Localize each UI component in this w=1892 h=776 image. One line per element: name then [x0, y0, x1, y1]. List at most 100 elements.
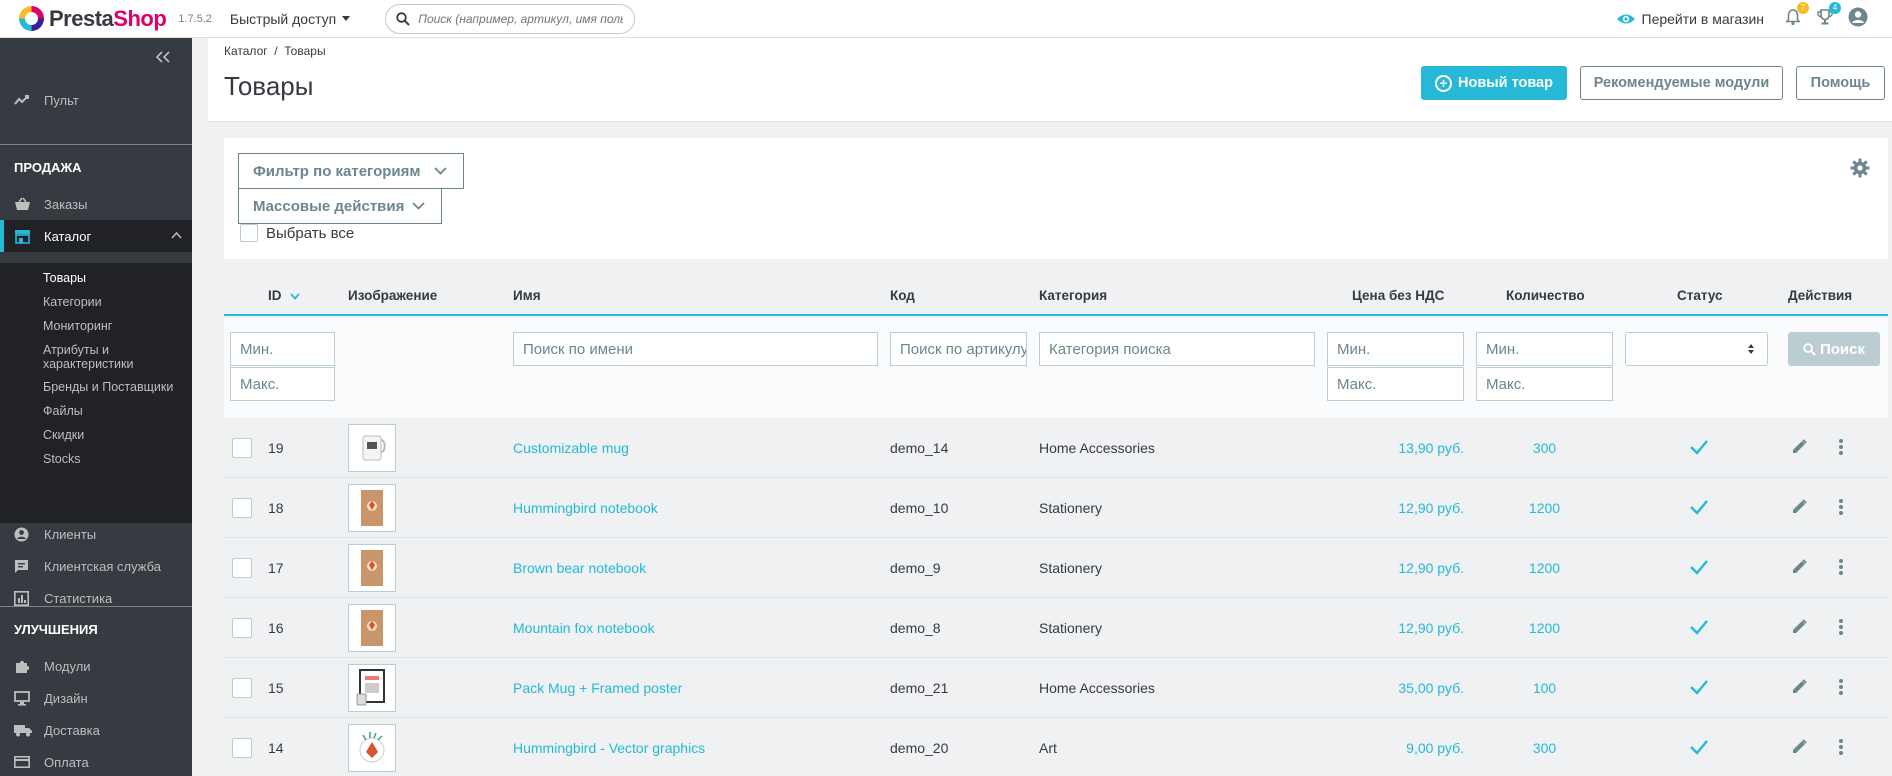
status-filter-select[interactable] [1625, 332, 1768, 366]
more-vertical-icon[interactable] [1838, 558, 1844, 576]
quantity-max-input[interactable] [1476, 367, 1613, 401]
more-vertical-icon[interactable] [1838, 678, 1844, 696]
sidebar-item-customer-service[interactable]: Клиентская служба [0, 550, 192, 582]
product-price-link[interactable]: 13,90 руб. [1327, 418, 1464, 478]
product-quantity-link[interactable]: 300 [1476, 718, 1613, 776]
product-quantity-link[interactable]: 1200 [1476, 598, 1613, 658]
product-thumbnail[interactable] [348, 604, 396, 652]
prestashop-logo[interactable]: PrestaShop [19, 6, 167, 32]
column-name[interactable]: Имя [513, 288, 541, 303]
row-checkbox[interactable] [232, 558, 252, 578]
header-search-input[interactable] [418, 11, 624, 26]
product-name-link[interactable]: Hummingbird - Vector graphics [513, 718, 705, 776]
id-max-input[interactable] [230, 367, 335, 401]
quantity-min-input[interactable] [1476, 332, 1613, 366]
edit-pencil-icon[interactable] [1790, 678, 1808, 696]
bulk-actions-dropdown[interactable]: Массовые действия [238, 188, 442, 224]
sidebar-item-payment[interactable]: Оплата [0, 746, 192, 776]
submenu-monitoring[interactable]: Мониторинг [43, 319, 188, 333]
orders-notifications[interactable]: 7 [1784, 1, 1809, 31]
product-thumbnail[interactable] [348, 544, 396, 592]
more-vertical-icon[interactable] [1838, 438, 1844, 456]
status-enabled-check-icon[interactable] [1689, 498, 1709, 516]
more-vertical-icon[interactable] [1838, 498, 1844, 516]
sidebar-item-modules[interactable]: Модули [0, 650, 192, 682]
row-checkbox[interactable] [232, 498, 252, 518]
edit-pencil-icon[interactable] [1790, 618, 1808, 636]
sidebar-item-catalog[interactable]: Каталог [0, 220, 192, 252]
product-name-link[interactable]: Brown bear notebook [513, 538, 646, 598]
sort-desc-icon[interactable] [289, 293, 300, 300]
column-category[interactable]: Категория [1039, 288, 1107, 303]
sidebar-item-shipping[interactable]: Доставка [0, 714, 192, 746]
view-shop-link[interactable]: Перейти в магазин [1616, 11, 1764, 27]
row-checkbox[interactable] [232, 438, 252, 458]
edit-pencil-icon[interactable] [1790, 498, 1808, 516]
product-price-link[interactable]: 35,00 руб. [1327, 658, 1464, 718]
product-price-link[interactable]: 12,90 руб. [1327, 478, 1464, 538]
column-price[interactable]: Цена без НДС [1352, 288, 1444, 303]
price-max-input[interactable] [1327, 367, 1464, 401]
search-button[interactable]: Поиск [1788, 332, 1880, 366]
submenu-categories[interactable]: Категории [43, 295, 188, 309]
submenu-products[interactable]: Товары [43, 271, 188, 285]
price-min-input[interactable] [1327, 332, 1464, 366]
quick-access-dropdown[interactable]: Быстрый доступ [230, 11, 351, 27]
product-quantity-link[interactable]: 100 [1476, 658, 1613, 718]
column-quantity[interactable]: Количество [1506, 288, 1585, 303]
more-vertical-icon[interactable] [1838, 618, 1844, 636]
sidebar-collapse-button[interactable] [155, 50, 170, 68]
sidebar-item-design[interactable]: Дизайн [0, 682, 192, 714]
product-quantity-link[interactable]: 300 [1476, 418, 1613, 478]
select-all-checkbox[interactable] [240, 224, 258, 242]
column-reference[interactable]: Код [890, 288, 915, 303]
reference-filter-input[interactable] [890, 332, 1027, 366]
new-product-button[interactable]: + Новый товар [1421, 66, 1567, 100]
product-thumbnail[interactable] [348, 424, 396, 472]
product-thumbnail[interactable] [348, 664, 396, 712]
name-filter-input[interactable] [513, 332, 878, 366]
edit-pencil-icon[interactable] [1790, 438, 1808, 456]
edit-pencil-icon[interactable] [1790, 558, 1808, 576]
sidebar-item-stats[interactable]: Статистика [0, 582, 192, 614]
product-price-link[interactable]: 12,90 руб. [1327, 538, 1464, 598]
product-quantity-link[interactable]: 1200 [1476, 478, 1613, 538]
product-name-link[interactable]: Mountain fox notebook [513, 598, 655, 658]
help-button[interactable]: Помощь [1796, 66, 1885, 100]
sidebar-item-customers[interactable]: Клиенты [0, 518, 192, 550]
submenu-attributes[interactable]: Атрибуты и характеристики [43, 343, 188, 371]
product-price-link[interactable]: 12,90 руб. [1327, 598, 1464, 658]
submenu-discounts[interactable]: Скидки [43, 428, 188, 442]
category-filter-dropdown[interactable]: Фильтр по категориям [238, 153, 464, 189]
status-enabled-check-icon[interactable] [1689, 678, 1709, 696]
status-enabled-check-icon[interactable] [1689, 738, 1709, 756]
submenu-stocks[interactable]: Stocks [43, 452, 188, 466]
settings-button[interactable] [1850, 158, 1870, 183]
submenu-brands[interactable]: Бренды и Поставщики [43, 380, 188, 394]
product-name-link[interactable]: Pack Mug + Framed poster [513, 658, 682, 718]
submenu-files[interactable]: Файлы [43, 404, 188, 418]
sidebar-item-orders[interactable]: Заказы [0, 188, 192, 220]
select-all-checkbox-wrap[interactable]: Выбрать все [240, 224, 354, 242]
employee-menu[interactable] [1848, 7, 1868, 32]
row-checkbox[interactable] [232, 678, 252, 698]
row-checkbox[interactable] [232, 738, 252, 758]
product-thumbnail[interactable] [348, 724, 396, 772]
status-enabled-check-icon[interactable] [1689, 618, 1709, 636]
row-checkbox[interactable] [232, 618, 252, 638]
product-price-link[interactable]: 9,00 руб. [1327, 718, 1464, 776]
customers-notifications[interactable]: 4 [1816, 1, 1841, 31]
header-search[interactable] [385, 3, 636, 34]
breadcrumb[interactable]: Каталог / Товары [224, 44, 326, 58]
product-name-link[interactable]: Hummingbird notebook [513, 478, 658, 538]
id-min-input[interactable] [230, 332, 335, 366]
category-filter-input[interactable] [1039, 332, 1315, 366]
recommended-modules-button[interactable]: Рекомендуемые модули [1580, 66, 1783, 100]
column-status[interactable]: Статус [1677, 288, 1723, 303]
sidebar-item-dashboard[interactable]: Пульт [0, 84, 192, 116]
status-enabled-check-icon[interactable] [1689, 558, 1709, 576]
column-id[interactable]: ID [268, 288, 300, 303]
product-thumbnail[interactable] [348, 484, 396, 532]
status-enabled-check-icon[interactable] [1689, 438, 1709, 456]
product-quantity-link[interactable]: 1200 [1476, 538, 1613, 598]
